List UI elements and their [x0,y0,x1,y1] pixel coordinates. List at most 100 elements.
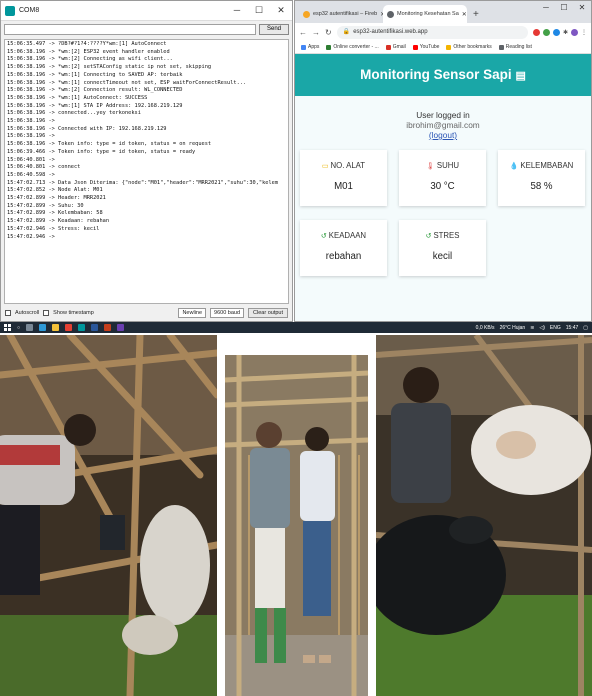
word-icon[interactable] [91,324,99,331]
timestamp-checkbox[interactable] [43,310,50,316]
profile-avatar[interactable] [571,28,578,36]
serial-line: 15:06:38.196 -> Connected with IP: 192.1… [7,125,167,132]
logout-link[interactable]: (logout) [295,130,591,140]
new-tab-icon[interactable]: + [473,9,479,20]
extension-icon[interactable] [542,28,550,36]
close-tab-icon[interactable]: ✕ [462,11,467,18]
gmail-icon [385,44,391,50]
weather-status[interactable]: 26°C Hujan [500,325,526,331]
clock[interactable]: 15:47 [566,325,579,331]
minimize-icon[interactable]: ─ [537,3,555,12]
barn-photo-2 [219,335,374,696]
card-value: M01 [334,181,353,192]
back-icon[interactable]: ← [299,28,307,37]
login-info: User logged in ibrohim@gmail.com (logout… [295,110,591,140]
language-indicator[interactable]: ENG [550,325,561,331]
windows-start-icon[interactable] [4,324,11,331]
serial-window-title: COM8 [19,7,40,14]
serial-line: 15:47:02.946 -> [7,233,55,240]
close-icon[interactable]: ✕ [573,3,591,12]
puzzle-icon[interactable]: ✱ [563,29,568,36]
timestamp-label: Show timestamp [53,310,94,316]
forward-icon[interactable]: → [312,28,320,37]
clear-output-button[interactable]: Clear output [248,308,288,318]
tab-label: esp32 autentifikasi – Fireb [313,11,378,17]
serial-line: 15:06:40.598 -> [7,171,55,178]
user-email: ibrohim@gmail.com [406,120,480,130]
serial-line: 15:47:02.946 -> Stress: kecil [7,225,100,232]
serial-line: 15:47:02.899 -> Keadaan: rebahan [7,218,110,225]
card-value: kecil [432,251,453,262]
arduino-taskbar-icon[interactable] [78,324,86,331]
wifi-icon[interactable]: ≋ [530,325,534,331]
serial-status-bar: Autoscroll Show timestamp Newline 9600 b… [1,305,292,321]
serial-line: 15:06:38.196 -> *wm:[1] connectTimeout n… [7,79,247,86]
serial-line: 15:06:38.196 -> *wm:[1] AutoConnect: SUC… [7,94,148,101]
bookmark-reading-list[interactable]: Reading list [498,44,532,50]
tab-label: Monitoring Kesehatan Sa [397,11,459,17]
card-label: KEADAAN [328,231,367,240]
tab-firebase[interactable]: esp32 autentifikasi – Fireb ✕ [299,5,383,23]
droplet-icon: 💧 [509,162,519,170]
serial-line: 15:06:38.196 -> *wm:[2] Connecting as wi… [7,56,173,63]
menu-icon[interactable]: ⋮ [581,29,587,36]
serial-line: 15:06:38.196 -> Token info: type = id to… [7,141,212,148]
serial-line: 15:06:40.801 -> connect [7,164,81,171]
serial-line: 15:47:02.713 -> Data Json Diterima: {"no… [7,179,279,186]
windows-taskbar: ○ 0,0 KB/s 26°C Hujan ≋ ◁) ENG 15:47 ▢ [0,322,592,333]
youtube-icon [412,44,418,50]
history-icon: ↺ [320,232,327,240]
app-icon[interactable] [117,324,125,331]
serial-monitor-window: COM8 ─ ☐ ✕ Send 15:06:35.497 -> ?DB?#?1?… [0,0,293,322]
minimize-icon[interactable]: ─ [226,5,248,16]
serial-line: 15:06:38.196 -> *wm:[2] ESP32 event hand… [7,48,170,55]
card-label: KELEMBABAN [520,161,574,170]
card-value: 58 % [530,181,553,192]
arduino-icon [5,5,15,16]
system-tray: 0,0 KB/s 26°C Hujan ≋ ◁) ENG 15:47 ▢ [476,325,588,331]
apps-icon [301,44,306,50]
serial-line: 15:06:39.466 -> Token info: type = id to… [7,148,196,155]
autoscroll-checkbox[interactable] [5,310,11,316]
edge-icon[interactable] [39,324,47,331]
serial-line: 15:06:38.196 -> *wm:[1] STA IP Address: … [7,102,183,109]
card-label: STRES [433,231,460,240]
tab-monitoring[interactable]: Monitoring Kesehatan Sa ✕ [383,5,467,23]
send-button[interactable]: Send [259,23,289,35]
serial-line: 15:06:38.196 -> *wm:[2] Connection resul… [7,87,183,94]
line-ending-select[interactable]: Newline [178,308,207,318]
serial-input[interactable] [4,23,256,35]
extension-icon[interactable] [552,28,560,36]
task-view-icon[interactable] [26,324,34,331]
serial-line: 15:47:02.899 -> Kelembaban: 58 [7,210,103,217]
serial-output: 15:06:35.497 -> ?DB?#?1?4:????Y*wm:[1] A… [4,39,289,304]
serial-line: 15:06:38.196 -> connected...yey terkonek… [7,110,141,117]
file-explorer-icon[interactable] [52,324,60,331]
baud-select[interactable]: 9600 baud [210,308,245,318]
bookmark-youtube[interactable]: YouTube [412,44,439,50]
url-text: esp32-autentifikasi.web.app [353,28,428,35]
volume-icon[interactable]: ◁) [539,325,545,331]
close-icon[interactable]: ✕ [270,5,292,16]
notification-icon[interactable]: ▢ [583,325,588,331]
reload-icon[interactable]: ↻ [325,28,332,37]
app-icon[interactable] [104,324,112,331]
bookmark-other[interactable]: Other bookmarks [446,44,492,50]
address-bar[interactable]: 🔒 esp32-autentifikasi.web.app [336,25,528,39]
extension-icon[interactable] [532,28,540,36]
reading-list-icon [498,44,504,50]
card-value: 30 °C [430,181,455,192]
barn-photo-1 [0,335,217,696]
browser-window-controls: ─ ☐ ✕ [537,3,591,12]
bookmark-gmail[interactable]: Gmail [385,44,406,50]
bookmark-apps[interactable]: Apps [301,44,319,50]
page-content: Monitoring Sensor Sapi ▤ User logged in … [295,54,591,321]
maximize-icon[interactable]: ☐ [555,3,573,12]
maximize-icon[interactable]: ☐ [248,5,270,16]
search-icon[interactable]: ○ [17,325,20,331]
page-header: Monitoring Sensor Sapi ▤ [295,54,591,96]
card-keadaan: ↺ KEADAAN rebahan [300,220,387,276]
chrome-icon[interactable] [65,324,73,331]
bookmark-converter[interactable]: Online converter - ... [326,44,379,50]
thermometer-icon: 🌡 [426,162,435,170]
